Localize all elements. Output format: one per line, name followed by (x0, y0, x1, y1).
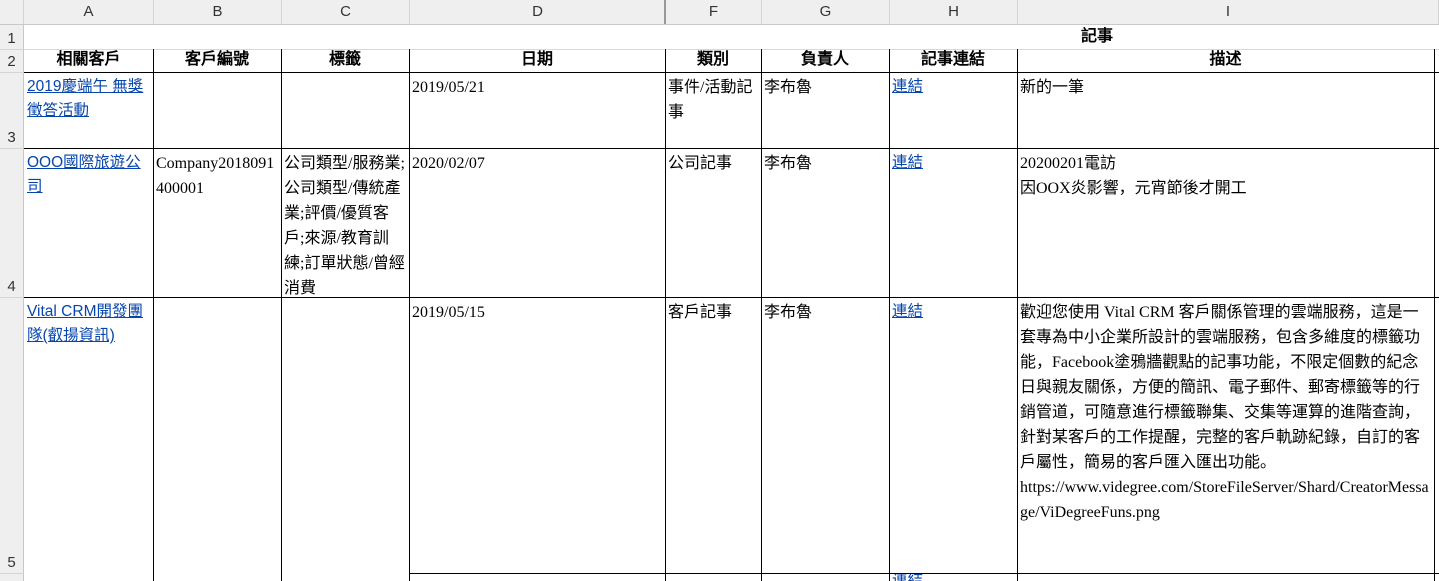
tags-cell[interactable] (281, 73, 409, 148)
column-header-c[interactable]: C (282, 0, 410, 24)
tags-cell[interactable] (281, 298, 409, 573)
category-cell[interactable]: 客戶記事 (665, 298, 761, 573)
column-header-i[interactable]: I (1018, 0, 1439, 24)
column-header-h[interactable]: H (890, 0, 1018, 24)
header-tags[interactable]: 標籤 (281, 49, 409, 72)
description-cell[interactable]: 歡迎您使用 Vital CRM 客戶關係管理的雲端服務，這是一套專為中小企業所設… (1017, 298, 1434, 573)
column-header-d[interactable]: D (410, 0, 666, 24)
customer-id-cell[interactable]: Company2018091400001 (153, 149, 281, 297)
owner-cell[interactable]: 李布魯 (761, 298, 889, 573)
tags-cell[interactable]: 公司類型/服務業;公司類型/傳統產業;評價/優質客戶;來源/教育訓練;訂單狀態/… (281, 149, 409, 297)
header-customer-id[interactable]: 客戶編號 (153, 49, 281, 72)
header-category[interactable]: 類別 (665, 49, 761, 72)
hidden-column-marker (664, 0, 666, 24)
header-note-link[interactable]: 記事連結 (889, 49, 1017, 72)
row-header-6[interactable] (0, 574, 24, 581)
customer-link[interactable]: 2019慶端午 無獎徵答活動 (24, 73, 153, 148)
group-header-notes: 記事 (1080, 28, 1113, 45)
column-header-f[interactable]: F (666, 0, 762, 24)
row-header-3[interactable]: 3 (0, 73, 24, 149)
description-cell[interactable]: 20200201電訪 因OOX炎影響，元宵節後才開工 (1017, 149, 1434, 297)
date-cell[interactable]: 2019/05/15 (409, 298, 665, 573)
column-header-b[interactable]: B (154, 0, 282, 24)
date-cell[interactable]: 2020/02/07 (409, 149, 665, 297)
note-link[interactable]: 連結 (889, 298, 1017, 573)
column-header-g[interactable]: G (762, 0, 890, 24)
note-link[interactable]: 連結 (889, 73, 1017, 148)
date-cell[interactable]: 2019/05/21 (409, 73, 665, 148)
column-header-bar: A B C D F G H I (0, 0, 1439, 25)
category-cell[interactable]: 事件/活動記事 (665, 73, 761, 148)
header-description[interactable]: 描述 (1017, 49, 1434, 72)
row-header-2[interactable]: 2 (0, 50, 24, 73)
customer-link[interactable]: OOO國際旅遊公司 (24, 149, 153, 297)
category-cell[interactable]: 公司記事 (665, 149, 761, 297)
row-header-1[interactable]: 1 (0, 25, 24, 50)
customer-id-cell[interactable] (153, 298, 281, 573)
header-related-customer[interactable]: 相關客戶 (24, 49, 153, 72)
row-header-5[interactable]: 5 (0, 298, 24, 574)
owner-cell[interactable]: 李布魯 (761, 149, 889, 297)
owner-cell[interactable]: 李布魯 (761, 73, 889, 148)
customer-id-cell[interactable] (153, 73, 281, 148)
customer-link[interactable]: Vital CRM開發團隊(叡揚資訊) (24, 298, 153, 573)
row-header-4[interactable]: 4 (0, 149, 24, 298)
grid-line (1434, 49, 1435, 581)
note-link[interactable]: 連結 (889, 574, 1017, 581)
note-link[interactable]: 連結 (889, 149, 1017, 297)
description-cell[interactable]: 新的一筆 (1017, 73, 1434, 148)
column-header-a[interactable]: A (24, 0, 154, 24)
sheet-grid: 記事 相關客戶 客戶編號 標籤 日期 類別 負責人 記事連結 描述 2019慶端… (24, 25, 1439, 581)
header-owner[interactable]: 負責人 (761, 49, 889, 72)
select-all-corner[interactable] (0, 0, 24, 24)
header-date[interactable]: 日期 (409, 49, 665, 72)
